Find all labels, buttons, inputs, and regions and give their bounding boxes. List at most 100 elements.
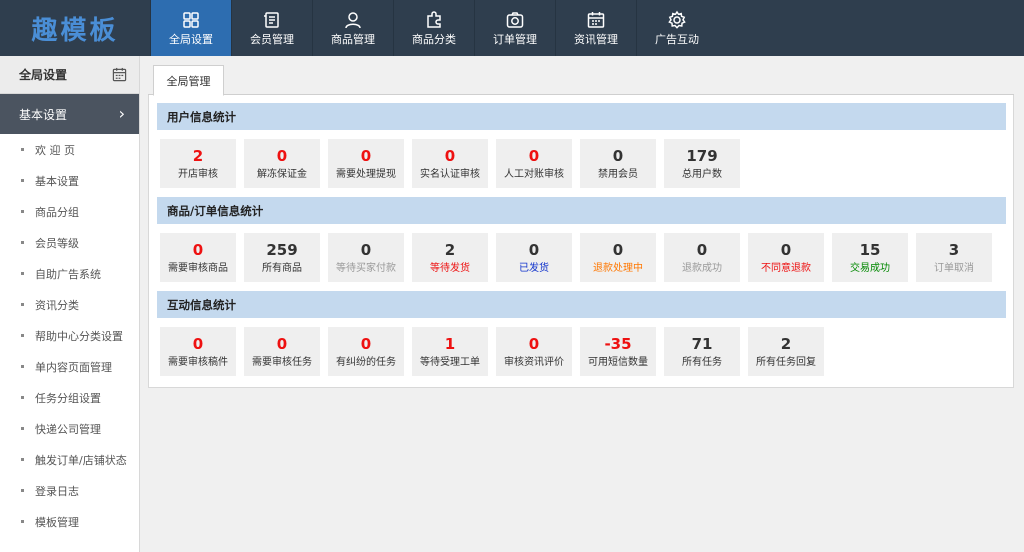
sidebar-section-basic[interactable]: 基本设置 › — [0, 94, 139, 134]
stat-value: 0 — [192, 334, 204, 353]
stat-card[interactable]: 0 人工对账审核 — [496, 139, 572, 188]
bullet-icon — [21, 489, 24, 492]
nav-item-3[interactable]: 商品管理 — [312, 0, 393, 56]
stat-label: 总用户数 — [682, 168, 722, 180]
stat-card[interactable]: 0 不同意退款 — [748, 233, 824, 282]
nav-item-label: 商品分类 — [412, 33, 456, 46]
nav-item-6[interactable]: 资讯管理 — [555, 0, 636, 56]
bullet-icon — [21, 148, 24, 151]
stat-value: 0 — [276, 146, 288, 165]
sidebar-item[interactable]: 登录日志 — [0, 475, 139, 506]
sidebar: 全局设置 基本设置 › 欢 迎 页基本设置 商品分组会员等级自助广告系统 资讯分类帮… — [0, 56, 140, 552]
stat-card[interactable]: 0 需要审核商品 — [160, 233, 236, 282]
nav-item-4[interactable]: 商品分类 — [393, 0, 474, 56]
user-icon — [345, 12, 361, 29]
stat-value: 2 — [780, 334, 792, 353]
sidebar-item-label: 欢 迎 页 — [35, 143, 75, 157]
sidebar-item-label: 任务分组设置 — [35, 391, 101, 405]
logo-text: 趣模板 — [31, 15, 119, 46]
logo[interactable]: 趣模板 — [0, 0, 150, 56]
sidebar-item[interactable]: 触发订单/店铺状态 — [0, 444, 139, 475]
stat-label: 可用短信数量 — [588, 356, 648, 368]
sidebar-item[interactable]: 欢 迎 页 — [0, 134, 139, 165]
nav-item-7[interactable]: 广告互动 — [636, 0, 717, 56]
nav-item-1[interactable]: 全局设置 — [150, 0, 231, 56]
sidebar-item-label: 模板管理 — [35, 515, 79, 529]
stat-label: 订单取消 — [934, 262, 974, 274]
stat-value: 0 — [528, 240, 540, 259]
stat-card[interactable]: 0 需要处理提现 — [328, 139, 404, 188]
stats-card-row: 2 开店审核 0 解冻保证金 0 需要处理提现 0 实名认证审核 0 人工对账审核 0 禁用会员 179… — [157, 130, 1006, 197]
stat-card[interactable]: 0 解冻保证金 — [244, 139, 320, 188]
stats-card-row: 0 需要审核商品 259 所有商品 0 等待买家付款 2 等待发货 0 已发货 0 退款处理中 0 退款成… — [157, 224, 1006, 291]
stat-card[interactable]: 0 退款处理中 — [580, 233, 656, 282]
stat-card[interactable]: 0 需要审核任务 — [244, 327, 320, 376]
section-title: 用户信息统计 — [157, 103, 1006, 130]
stat-value: 2 — [192, 146, 204, 165]
sidebar-item[interactable]: 帮助中心分类设置 — [0, 320, 139, 351]
stat-card[interactable]: -35 可用短信数量 — [580, 327, 656, 376]
stat-card[interactable]: 179 总用户数 — [664, 139, 740, 188]
sidebar-item-label: 会员等级 — [35, 236, 79, 250]
sidebar-item[interactable]: 会员等级 — [0, 227, 139, 258]
main-content: 全局管理 用户信息统计 2 开店审核 0 解冻保证金 0 需要处理提现 0 实名认证审核 0 人工对… — [148, 65, 1014, 388]
stat-label: 需要审核商品 — [168, 262, 228, 274]
stat-label: 交易成功 — [850, 262, 890, 274]
stat-card[interactable]: 0 需要审核稿件 — [160, 327, 236, 376]
stat-value: 0 — [780, 240, 792, 259]
stat-value: 0 — [360, 240, 372, 259]
sidebar-item[interactable]: 资讯分类 — [0, 289, 139, 320]
stat-card[interactable]: 2 所有任务回复 — [748, 327, 824, 376]
stat-card[interactable]: 0 有纠纷的任务 — [328, 327, 404, 376]
sidebar-item-label: 资讯分类 — [35, 298, 79, 312]
bullet-icon — [21, 365, 24, 368]
nav-item-2[interactable]: 会员管理 — [231, 0, 312, 56]
stat-label: 需要审核稿件 — [168, 356, 228, 368]
stat-card[interactable]: 1 等待受理工单 — [412, 327, 488, 376]
section-title: 互动信息统计 — [157, 291, 1006, 318]
stats-card-row: 0 需要审核稿件 0 需要审核任务 0 有纠纷的任务 1 等待受理工单 0 审核资讯评价 -35 可用… — [157, 318, 1006, 385]
sidebar-item-label: 自助广告系统 — [35, 267, 101, 281]
sidebar-item-label: 单内容页面管理 — [35, 360, 112, 374]
stat-card[interactable]: 15 交易成功 — [832, 233, 908, 282]
sidebar-item[interactable]: 商品分组 — [0, 196, 139, 227]
sidebar-item[interactable]: 快递公司管理 — [0, 413, 139, 444]
stat-card[interactable]: 259 所有商品 — [244, 233, 320, 282]
stat-value: 2 — [444, 240, 456, 259]
stat-card[interactable]: 0 审核资讯评价 — [496, 327, 572, 376]
tab-global-management[interactable]: 全局管理 — [153, 65, 224, 96]
stat-card[interactable]: 0 禁用会员 — [580, 139, 656, 188]
stat-value: 259 — [266, 240, 298, 259]
stats-panel: 用户信息统计 2 开店审核 0 解冻保证金 0 需要处理提现 0 实名认证审核 0 人工对账审核 0 禁… — [148, 95, 1014, 388]
stat-card[interactable]: 0 实名认证审核 — [412, 139, 488, 188]
sidebar-item-label: 快递公司管理 — [35, 422, 101, 436]
stat-card[interactable]: 0 已发货 — [496, 233, 572, 282]
stat-label: 所有任务 — [682, 356, 722, 368]
sidebar-item[interactable]: 自助广告系统 — [0, 258, 139, 289]
stat-card[interactable]: 0 退款成功 — [664, 233, 740, 282]
stat-card[interactable]: 2 开店审核 — [160, 139, 236, 188]
stat-label: 等待买家付款 — [336, 262, 396, 274]
sidebar-header: 全局设置 — [0, 56, 139, 94]
sidebar-item[interactable]: 任务分组设置 — [0, 382, 139, 413]
stat-card[interactable]: 3 订单取消 — [916, 233, 992, 282]
stat-value: 1 — [444, 334, 456, 353]
tab-bar: 全局管理 — [148, 65, 1014, 96]
sidebar-item-label: 触发订单/店铺状态 — [35, 453, 127, 467]
bullet-icon — [21, 241, 24, 244]
bullet-icon — [21, 334, 24, 337]
chevron-right-icon: › — [118, 104, 125, 123]
calendar-icon[interactable] — [112, 67, 127, 82]
nav-item-5[interactable]: 订单管理 — [474, 0, 555, 56]
sidebar-item[interactable]: 单内容页面管理 — [0, 351, 139, 382]
stat-label: 退款成功 — [682, 262, 722, 274]
stat-card[interactable]: 0 等待买家付款 — [328, 233, 404, 282]
bullet-icon — [21, 179, 24, 182]
sidebar-item-label: 帮助中心分类设置 — [35, 329, 123, 343]
stat-card[interactable]: 71 所有任务 — [664, 327, 740, 376]
sidebar-item[interactable]: 基本设置 — [0, 165, 139, 196]
gear-icon — [668, 10, 686, 29]
sidebar-item[interactable]: 模板管理 — [0, 506, 139, 537]
stat-value: 0 — [528, 334, 540, 353]
stat-card[interactable]: 2 等待发货 — [412, 233, 488, 282]
